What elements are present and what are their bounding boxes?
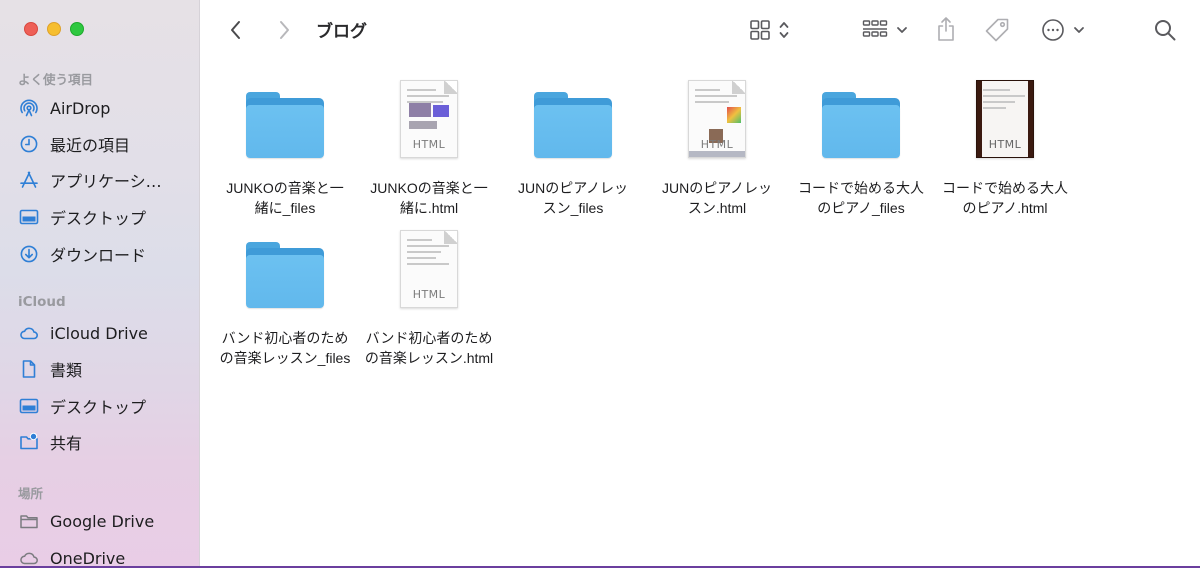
finder-window: よく使う項目 AirDrop 最近の項目 アプリケーシ… デスクトップ ダウンロ… bbox=[0, 0, 1200, 566]
sidebar-item-applications[interactable]: アプリケーシ… bbox=[18, 167, 162, 193]
sidebar: よく使う項目 AirDrop 最近の項目 アプリケーシ… デスクトップ ダウンロ… bbox=[0, 0, 200, 566]
desktop-icon bbox=[18, 206, 40, 228]
file-item[interactable]: HTML JUNのピアノレッ スン.html bbox=[645, 70, 789, 218]
share-button[interactable] bbox=[933, 14, 959, 44]
document-icon bbox=[18, 358, 40, 380]
sidebar-item-label: アプリケーシ… bbox=[50, 172, 162, 191]
folder-icon bbox=[534, 92, 612, 158]
tag-button[interactable] bbox=[982, 16, 1012, 44]
download-icon bbox=[18, 243, 40, 265]
shared-folder-icon bbox=[18, 431, 40, 453]
sidebar-item-shared[interactable]: 共有 bbox=[18, 429, 82, 455]
file-item[interactable]: バンド初心者のため の音楽レッスン_files bbox=[213, 220, 357, 368]
sidebar-item-recents[interactable]: 最近の項目 bbox=[18, 131, 130, 157]
group-button[interactable] bbox=[860, 17, 910, 43]
toolbar: ブログ bbox=[200, 0, 1200, 62]
file-item[interactable]: JUNのピアノレッ スン_files bbox=[501, 70, 645, 218]
file-name: コードで始める大人 のピアノ_files bbox=[798, 180, 924, 216]
sidebar-item-icloud-drive[interactable]: iCloud Drive bbox=[18, 320, 148, 346]
sidebar-item-label: 最近の項目 bbox=[50, 136, 131, 155]
cloud-icon bbox=[18, 322, 40, 344]
file-item[interactable]: HTML コードで始める大人 のピアノ.html bbox=[933, 70, 1077, 218]
file-name: JUNのピアノレッ スン_files bbox=[518, 180, 628, 216]
sidebar-item-airdrop[interactable]: AirDrop bbox=[18, 95, 110, 121]
sidebar-item-label: OneDrive bbox=[50, 548, 126, 567]
window-title: ブログ bbox=[316, 22, 367, 42]
more-icon bbox=[1042, 19, 1064, 41]
file-name: JUNのピアノレッ スン.html bbox=[662, 180, 772, 216]
chevron-updown-icon bbox=[779, 22, 788, 38]
minimize-window-button[interactable] bbox=[47, 22, 61, 36]
file-item[interactable]: JUNKOの音楽と一 緒に_files bbox=[213, 70, 357, 218]
cloud-icon bbox=[18, 547, 40, 566]
folder-icon bbox=[246, 92, 324, 158]
file-item[interactable]: コードで始める大人 のピアノ_files bbox=[789, 70, 933, 218]
sidebar-section-locations-title: 場所 bbox=[18, 486, 44, 501]
sidebar-item-label: ダウンロード bbox=[50, 246, 147, 265]
file-grid: JUNKOの音楽と一 緒に_files HTML JUNKOの音楽と一 緒に.htm… bbox=[200, 62, 1200, 566]
sidebar-item-label: iCloud Drive bbox=[50, 323, 148, 343]
html-file-icon: HTML bbox=[400, 80, 458, 158]
airdrop-icon bbox=[18, 97, 40, 119]
sidebar-section-icloud-title: iCloud bbox=[18, 294, 66, 310]
sidebar-item-label: 共有 bbox=[50, 434, 83, 453]
file-name: バンド初心者のため の音楽レッスン.html bbox=[364, 330, 494, 366]
file-item[interactable]: HTML バンド初心者のため の音楽レッスン.html bbox=[357, 220, 501, 368]
file-name: バンド初心者のため の音楽レッスン_files bbox=[219, 330, 351, 366]
back-icon bbox=[231, 21, 240, 39]
sidebar-item-label: 書類 bbox=[50, 361, 83, 380]
sidebar-item-downloads[interactable]: ダウンロード bbox=[18, 241, 146, 267]
forward-icon bbox=[280, 21, 289, 39]
share-icon bbox=[938, 17, 954, 41]
chevron-down-icon bbox=[897, 27, 907, 33]
sidebar-item-label: Google Drive bbox=[50, 511, 155, 531]
file-item[interactable]: HTML JUNKOの音楽と一 緒に.html bbox=[357, 70, 501, 218]
drive-folder-icon bbox=[18, 510, 40, 532]
sidebar-item-label: デスクトップ bbox=[50, 209, 147, 228]
sidebar-item-label: デスクトップ bbox=[50, 398, 147, 417]
chevron-down-icon bbox=[1074, 27, 1084, 33]
maximize-window-button[interactable] bbox=[70, 22, 84, 36]
window-controls bbox=[24, 22, 84, 36]
sidebar-section-favorites-title: よく使う項目 bbox=[18, 72, 94, 87]
file-name: コードで始める大人 のピアノ.html bbox=[942, 180, 1068, 216]
group-icon bbox=[862, 20, 888, 37]
sidebar-item-documents[interactable]: 書類 bbox=[18, 356, 82, 382]
back-button[interactable] bbox=[224, 17, 248, 43]
sidebar-item-label: AirDrop bbox=[50, 98, 111, 118]
close-window-button[interactable] bbox=[24, 22, 38, 36]
search-button[interactable] bbox=[1150, 16, 1180, 44]
sidebar-item-desktop[interactable]: デスクトップ bbox=[18, 204, 146, 230]
file-name: JUNKOの音楽と一 緒に_files bbox=[226, 180, 344, 216]
tag-icon bbox=[985, 18, 1009, 42]
search-icon bbox=[1155, 20, 1176, 41]
html-file-icon: HTML bbox=[400, 230, 458, 308]
desktop-icon bbox=[18, 395, 40, 417]
sidebar-item-google-drive[interactable]: Google Drive bbox=[18, 508, 154, 534]
html-file-icon: HTML bbox=[976, 80, 1034, 158]
forward-button[interactable] bbox=[272, 17, 296, 43]
sidebar-item-icloud-desktop[interactable]: デスクトップ bbox=[18, 393, 146, 419]
clock-icon bbox=[18, 133, 40, 155]
view-mode-button[interactable] bbox=[745, 17, 793, 43]
applications-icon bbox=[18, 169, 40, 191]
file-name: JUNKOの音楽と一 緒に.html bbox=[370, 180, 488, 216]
folder-icon bbox=[822, 92, 900, 158]
folder-icon bbox=[246, 242, 324, 308]
html-file-icon: HTML bbox=[688, 80, 746, 158]
grid-view-icon bbox=[749, 20, 770, 40]
sidebar-item-onedrive[interactable]: OneDrive bbox=[18, 545, 125, 566]
more-actions-button[interactable] bbox=[1039, 17, 1087, 43]
